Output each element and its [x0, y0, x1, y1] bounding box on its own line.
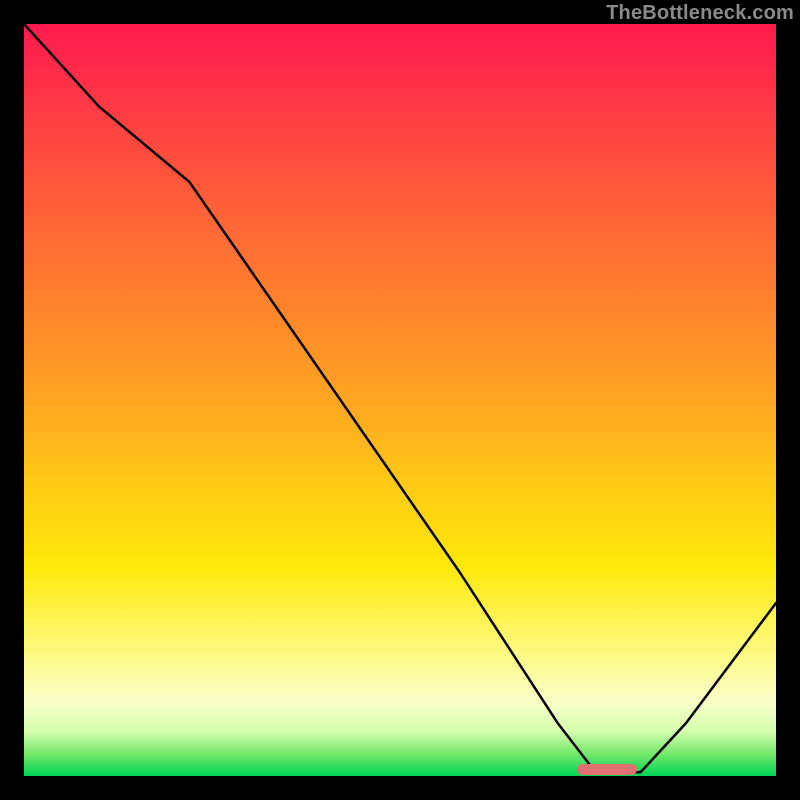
- gradient-background: [24, 24, 776, 776]
- watermark-text: TheBottleneck.com: [606, 2, 794, 25]
- optimal-range-marker: [577, 764, 637, 775]
- plot-area: [24, 24, 776, 776]
- chart-frame: TheBottleneck.com: [0, 0, 800, 800]
